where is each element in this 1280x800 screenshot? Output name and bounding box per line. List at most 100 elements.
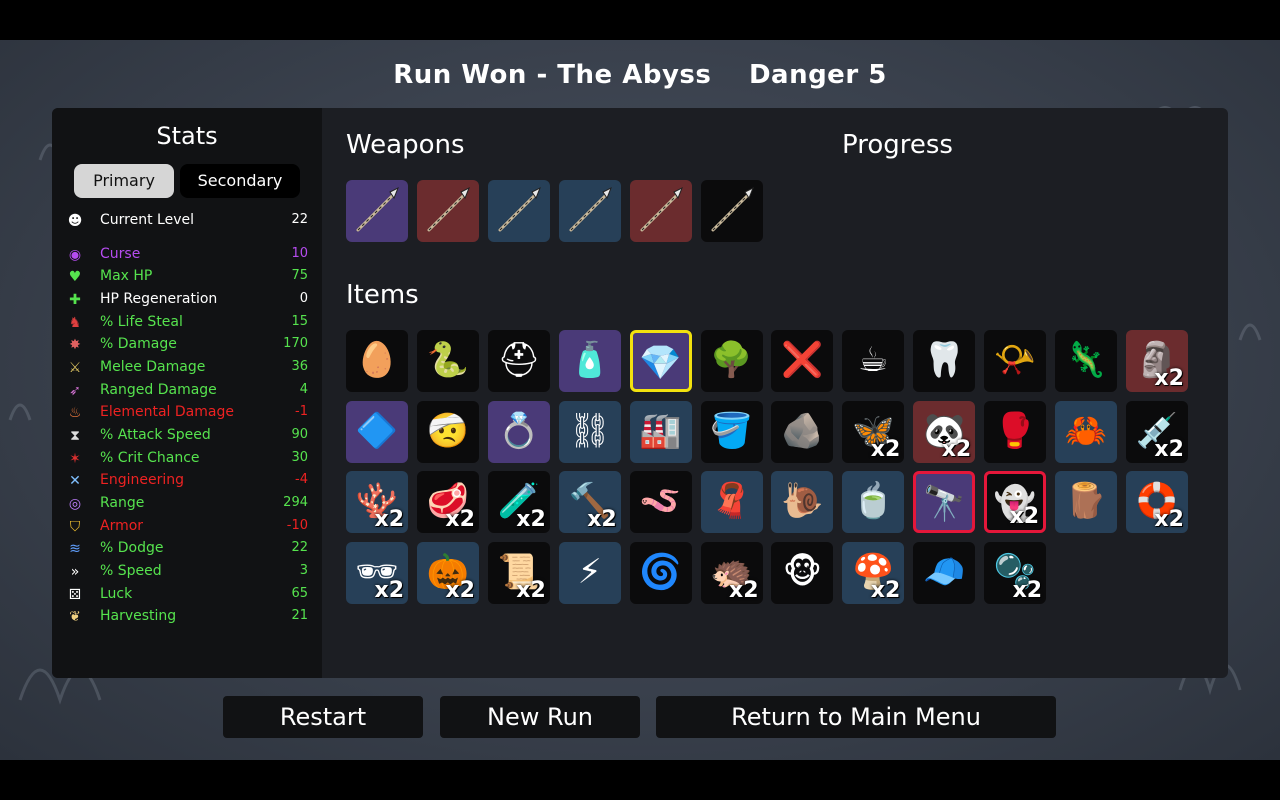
item-slot[interactable]: 🥩 x2: [416, 471, 479, 534]
item-slot[interactable]: 📯: [984, 330, 1047, 392]
snake-icon: 🐍: [426, 340, 470, 380]
claw-icon: ⚡: [577, 552, 602, 593]
weapon-slot[interactable]: [701, 180, 763, 242]
stat-row[interactable]: ♥ Max HP 75: [66, 266, 308, 288]
stat-row[interactable]: ◎ Range 294: [66, 493, 308, 515]
item-slot[interactable]: 🪨: [771, 400, 834, 463]
stat-value: 90: [291, 427, 308, 442]
stat-row[interactable]: ♨ Elemental Damage -1: [66, 402, 308, 424]
item-count: x2: [1012, 578, 1043, 604]
stat-row[interactable]: ⛉ Armor -10: [66, 516, 308, 538]
item-slot[interactable]: 🧪 x2: [487, 471, 550, 534]
item-slot[interactable]: 🕶 x2: [346, 542, 408, 605]
stat-row[interactable]: » % Speed 3: [66, 561, 308, 583]
item-slot[interactable]: 🧣: [700, 471, 763, 534]
restart-button[interactable]: Restart: [223, 696, 423, 738]
egg-icon: 🥚: [355, 340, 399, 380]
item-slot[interactable]: 💎: [629, 330, 692, 392]
stat-row[interactable]: ☻ Current Level 22: [66, 210, 308, 232]
item-slot[interactable]: 📜 x2: [487, 542, 550, 605]
stat-row[interactable]: ◉ Curse 10: [66, 244, 308, 266]
item-slot[interactable]: ☕: [842, 330, 905, 392]
level-icon: ☻: [67, 213, 83, 229]
stat-row[interactable]: ⚔ Melee Damage 36: [66, 357, 308, 379]
items-title: Items: [346, 280, 419, 310]
weapon-slot[interactable]: [417, 180, 479, 242]
weapon-slot[interactable]: [630, 180, 692, 242]
item-slot[interactable]: 🧴: [558, 330, 621, 392]
stat-label: % Damage: [100, 336, 177, 352]
stat-label: Max HP: [100, 268, 153, 284]
item-slot[interactable]: ⛓: [558, 400, 621, 463]
main-menu-button[interactable]: Return to Main Menu: [656, 696, 1056, 738]
item-slot[interactable]: 👻 x2: [984, 471, 1047, 534]
item-slot[interactable]: 🦔 x2: [700, 542, 763, 605]
snail-icon: 🐌: [781, 481, 824, 522]
item-slot[interactable]: 🌳: [700, 330, 763, 392]
item-slot[interactable]: 🔷: [346, 400, 408, 463]
item-slot[interactable]: ⚡: [558, 542, 621, 605]
item-slot[interactable]: 💉 x2: [1125, 400, 1188, 463]
item-slot[interactable]: ⛑: [487, 330, 550, 392]
progress-title: Progress: [842, 130, 953, 160]
item-slot[interactable]: 🍵: [842, 471, 905, 534]
stat-row[interactable]: ✚ HP Regeneration 0: [66, 289, 308, 311]
tab-secondary[interactable]: Secondary: [180, 164, 300, 198]
item-slot[interactable]: 🪱: [629, 471, 692, 534]
spear-icon: [498, 186, 541, 232]
item-slot[interactable]: 🥊: [984, 400, 1047, 463]
stat-label: Ranged Damage: [100, 382, 217, 398]
stat-label: Harvesting: [100, 608, 177, 624]
item-slot[interactable]: ❌: [771, 330, 834, 392]
item-slot[interactable]: 🔭: [913, 471, 976, 534]
stat-value: 15: [291, 314, 308, 329]
stat-value: 22: [291, 540, 308, 555]
stat-row[interactable]: ≋ % Dodge 22: [66, 538, 308, 560]
item-slot[interactable]: 🔨 x2: [558, 471, 621, 534]
item-slot[interactable]: 💍: [487, 400, 550, 463]
alien-icon: 🌀: [639, 552, 682, 593]
item-slot[interactable]: 🏭: [629, 400, 692, 463]
item-slot[interactable]: 🐵: [771, 542, 834, 605]
weapon-slot[interactable]: [488, 180, 550, 242]
item-slot[interactable]: 🪸 x2: [346, 471, 408, 534]
item-slot[interactable]: 🌀: [629, 542, 692, 605]
run-summary-title: Run Won - The Abyss Danger 5: [0, 60, 1280, 90]
item-slot[interactable]: 🦋 x2: [842, 400, 905, 463]
stat-value: 10: [291, 246, 308, 261]
item-slot[interactable]: 🦀: [1055, 400, 1117, 463]
stat-row[interactable]: ⚄ Luck 65: [66, 584, 308, 606]
item-slot[interactable]: 🤕: [416, 400, 479, 463]
stat-value: 4: [299, 382, 308, 397]
item-slot[interactable]: 🛟 x2: [1125, 471, 1188, 534]
item-slot[interactable]: 🧢: [913, 542, 976, 605]
stat-row[interactable]: ➶ Ranged Damage 4: [66, 380, 308, 402]
item-slot[interactable]: 🎃 x2: [416, 542, 479, 605]
stat-row[interactable]: ⧗ % Attack Speed 90: [66, 425, 308, 447]
item-slot[interactable]: 🦷: [913, 330, 976, 392]
item-slot[interactable]: 🍄 x2: [842, 542, 905, 605]
stats-panel: Stats Primary Secondary ☻ Current Level 22…: [52, 108, 322, 678]
melee-icon: ⚔: [68, 360, 82, 376]
stat-row[interactable]: ✸ % Damage 170: [66, 334, 308, 356]
stat-row[interactable]: ♞ % Life Steal 15: [66, 312, 308, 334]
item-slot[interactable]: 🪵: [1055, 471, 1117, 534]
stat-row[interactable]: ✕ Engineering -4: [66, 470, 308, 492]
item-slot[interactable]: 🪣: [700, 400, 763, 463]
hourglass-icon: ⧗: [70, 428, 80, 444]
item-slot[interactable]: 🐼 x2: [913, 400, 976, 463]
item-slot[interactable]: 🐍: [416, 330, 479, 392]
item-slot[interactable]: 🫧 x2: [984, 542, 1047, 605]
weapon-slot[interactable]: [346, 180, 408, 242]
stat-row[interactable]: ❦ Harvesting 21: [66, 606, 308, 628]
item-slot[interactable]: 🦎: [1055, 330, 1117, 392]
stat-label: Elemental Damage: [100, 404, 234, 420]
stat-row[interactable]: ✶ % Crit Chance 30: [66, 448, 308, 470]
tab-primary[interactable]: Primary: [74, 164, 174, 198]
stat-value: 21: [291, 608, 308, 623]
item-slot[interactable]: 🐌: [771, 471, 834, 534]
item-slot[interactable]: 🥚: [346, 330, 408, 392]
weapon-slot[interactable]: [559, 180, 621, 242]
new-run-button[interactable]: New Run: [440, 696, 640, 738]
item-slot[interactable]: 🗿 x2: [1125, 330, 1188, 392]
